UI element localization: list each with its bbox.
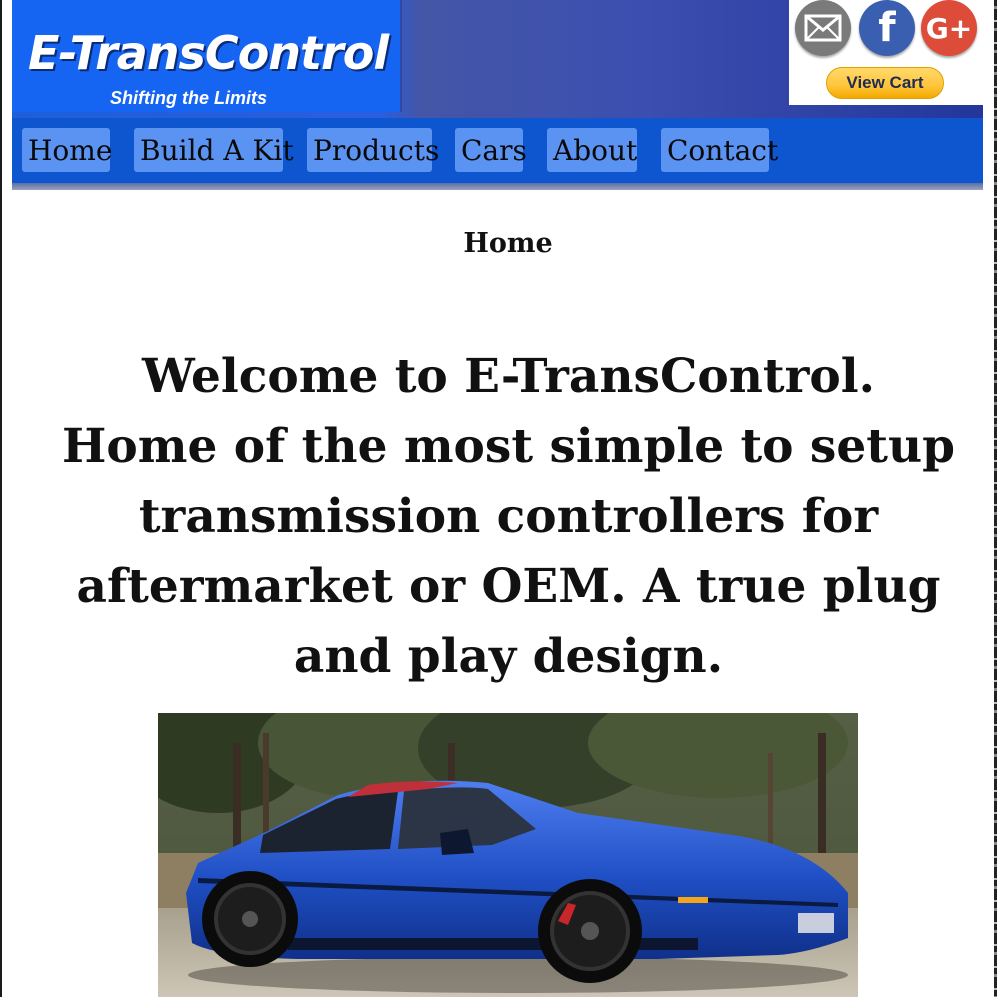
page-title: Home	[463, 228, 553, 259]
social-links: f G+ View Cart	[789, 0, 983, 105]
main-nav: Home Build A Kit Products Cars About Con…	[12, 118, 983, 186]
nav-item-contact[interactable]: Contact	[661, 128, 778, 172]
nav-item-build-a-kit[interactable]: Build A Kit	[134, 128, 294, 172]
logo-tagline: Shifting the Limits	[110, 88, 267, 108]
site-logo[interactable]: E-TransControl Shifting the Limits	[12, 0, 402, 112]
google-plus-icon[interactable]: G+	[921, 0, 977, 56]
hero-car-image	[158, 713, 858, 997]
nav-item-cars[interactable]: Cars	[455, 128, 527, 172]
nav-divider	[12, 183, 983, 190]
page-frame-left	[0, 0, 2, 997]
envelope-icon[interactable]	[795, 0, 851, 56]
nav-item-about[interactable]: About	[547, 128, 637, 172]
nav-item-products[interactable]: Products	[307, 128, 439, 172]
nav-item-home[interactable]: Home	[22, 128, 112, 172]
facebook-icon[interactable]: f	[859, 0, 915, 56]
welcome-heading: Welcome to E-TransControl. Home of the m…	[62, 349, 955, 684]
view-cart-button[interactable]: View Cart	[826, 67, 944, 99]
logo-wordmark: E-TransControl	[28, 26, 389, 80]
